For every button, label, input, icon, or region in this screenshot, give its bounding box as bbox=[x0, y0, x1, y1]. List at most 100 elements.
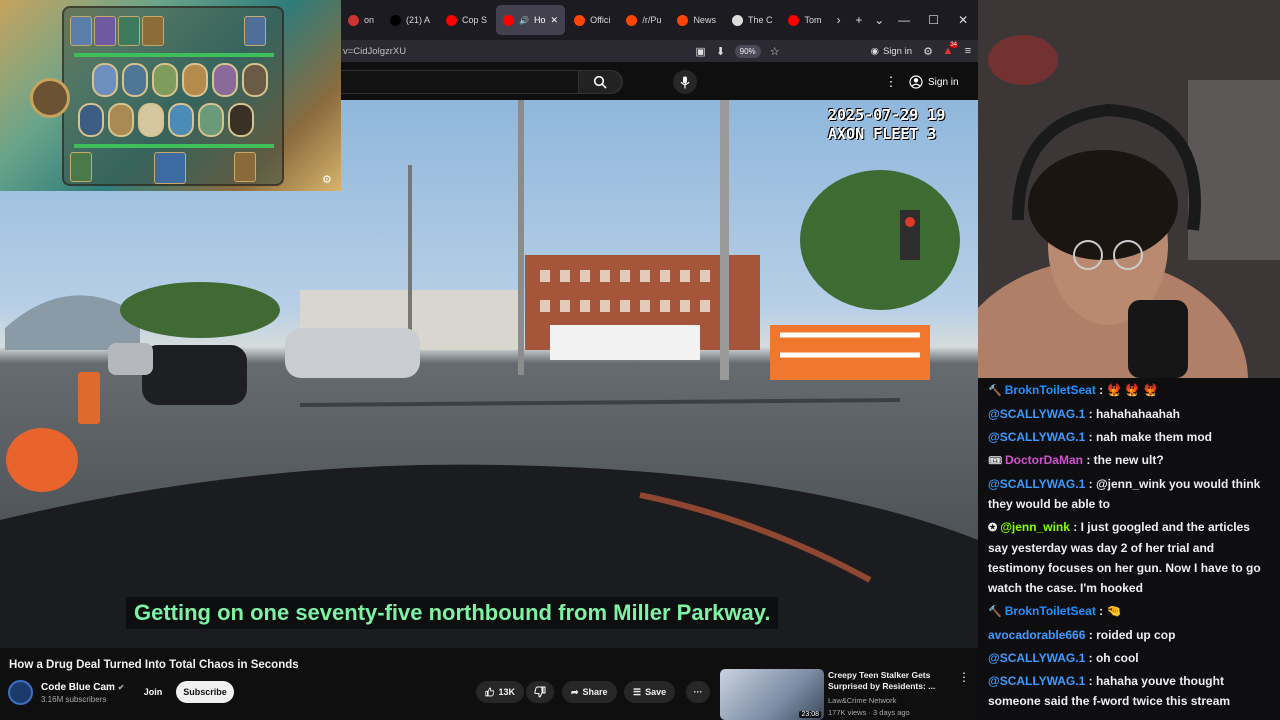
browser-tab[interactable]: /r/Pu bbox=[619, 5, 668, 35]
game-board bbox=[62, 6, 284, 186]
dashcam-timestamp: 2025-07-29 19 AXON FLEET 3 bbox=[828, 106, 946, 143]
browser-tab[interactable]: (21) A bbox=[383, 5, 437, 35]
browser-tab[interactable]: Offici bbox=[567, 5, 617, 35]
game-overlay: ⚙ bbox=[0, 0, 341, 191]
stadium bbox=[5, 295, 140, 350]
subscriber-count: 3.16M subscribers bbox=[41, 695, 107, 704]
tab-label: News bbox=[693, 15, 716, 25]
chat-username[interactable]: @SCALLYWAG.1 bbox=[988, 477, 1085, 491]
chat-message: 🎟 DoctorDaMan : the new ult? bbox=[988, 450, 1272, 471]
traffic-barrel bbox=[6, 428, 78, 492]
browser-tab[interactable]: News bbox=[670, 5, 723, 35]
extensions-icon[interactable]: ⚙ bbox=[918, 41, 938, 61]
chat-username[interactable]: BroknToiletSeat bbox=[1005, 604, 1096, 618]
tab-label: Tom bbox=[804, 15, 822, 25]
chat-text: the new ult? bbox=[1093, 453, 1164, 467]
chat-message: @SCALLYWAG.1 : hahaha youve thought some… bbox=[988, 674, 1231, 708]
zoom-level-badge[interactable]: 90% bbox=[734, 44, 761, 58]
recommended-menu-icon[interactable]: ⋮ bbox=[958, 670, 970, 684]
chat-username[interactable]: @SCALLYWAG.1 bbox=[988, 651, 1085, 665]
chat-badge-icon: 🎟 bbox=[988, 455, 1002, 467]
trees-left bbox=[120, 282, 280, 338]
white-barricades bbox=[550, 325, 700, 360]
share-button[interactable]: ➦ Share bbox=[562, 681, 617, 703]
video-title: How a Drug Deal Turned Into Total Chaos … bbox=[9, 659, 299, 671]
recommended-channel-name[interactable]: Law&Crime Network bbox=[828, 696, 896, 705]
turn-timer-icon bbox=[30, 78, 70, 118]
search-icon bbox=[593, 75, 607, 89]
youtube-header: ⋮ Sign in bbox=[341, 62, 978, 100]
chat-text: roided up cop bbox=[1096, 628, 1176, 642]
tab-label: (21) A bbox=[406, 15, 431, 25]
channel-name[interactable]: Code Blue Cam ✔ bbox=[41, 682, 124, 693]
chat-username[interactable]: BroknToiletSeat bbox=[1005, 383, 1096, 397]
webcam-feed bbox=[978, 0, 1280, 378]
stream-chat: 🔨 BroknToiletSeat : 🐦‍🔥 🐦‍🔥 🐦‍🔥 @SCALLYWAG… bbox=[978, 378, 1280, 720]
minimize-window-button[interactable]: — bbox=[889, 0, 919, 40]
chat-message: 🔨 BroknToiletSeat : 🤏 bbox=[988, 601, 1272, 622]
browser-tab-strip: on (21) A Cop S 🔊 Ho ✕ Offici/r/Pu News The C Tom… bbox=[341, 0, 978, 40]
subscribe-button[interactable]: Subscribe bbox=[176, 681, 234, 703]
join-button[interactable]: Join bbox=[137, 681, 169, 703]
chat-badge-icon: 🔨 bbox=[988, 385, 1002, 397]
chat-message: ✪ @jenn_wink : I just googled and the art… bbox=[988, 520, 1261, 595]
user-icon bbox=[909, 75, 923, 89]
browser-tab[interactable]: The C bbox=[725, 5, 780, 35]
chat-message: 🔨 BroknToiletSeat : 🐦‍🔥 🐦‍🔥 🐦‍🔥 bbox=[988, 380, 1272, 401]
chat-username[interactable]: @SCALLYWAG.1 bbox=[988, 674, 1085, 688]
tab-favicon-icon bbox=[788, 14, 800, 26]
save-playlist-icon: ☰ bbox=[633, 686, 642, 697]
settings-menu-icon[interactable]: ⋮ bbox=[881, 72, 901, 92]
opponent-health-bar bbox=[74, 53, 274, 57]
chat-username[interactable]: @SCALLYWAG.1 bbox=[988, 430, 1085, 444]
more-actions-button[interactable]: ··· bbox=[686, 681, 710, 703]
chat-message: @SCALLYWAG.1 : oh cool bbox=[988, 651, 1139, 665]
search-input[interactable] bbox=[341, 70, 623, 94]
browser-tab[interactable]: 🔊 Ho ✕ bbox=[496, 5, 566, 35]
account-icon: ◉ bbox=[870, 45, 879, 57]
chat-username[interactable]: @SCALLYWAG.1 bbox=[988, 407, 1085, 421]
reader-view-icon[interactable]: ▣ bbox=[691, 41, 711, 61]
search-button[interactable] bbox=[578, 70, 622, 94]
bookmark-star-icon[interactable]: ☆ bbox=[765, 41, 785, 61]
recommended-video-title[interactable]: Creepy Teen Stalker Gets Surprised by Re… bbox=[828, 670, 956, 692]
tab-favicon-icon bbox=[626, 14, 638, 26]
browser-tab[interactable]: Cop S bbox=[439, 5, 494, 35]
tab-scroll-right-icon[interactable]: › bbox=[828, 9, 848, 31]
chat-username[interactable]: @jenn_wink bbox=[1000, 520, 1070, 534]
url-bar[interactable]: v=CidJolgzrXU bbox=[343, 46, 691, 57]
pocket-icon[interactable]: ⬇ bbox=[711, 41, 731, 61]
chat-username[interactable]: DoctorDaMan bbox=[1005, 453, 1083, 467]
browser-tab[interactable]: Tom bbox=[781, 5, 828, 35]
chat-text: hahahahaahah bbox=[1095, 407, 1180, 421]
like-count: 13K bbox=[498, 687, 515, 697]
like-button[interactable]: 13K bbox=[476, 681, 524, 703]
dislike-button[interactable] bbox=[526, 681, 554, 703]
maximize-window-button[interactable]: ☐ bbox=[919, 0, 949, 40]
youtube-sign-in-button[interactable]: Sign in bbox=[909, 72, 959, 92]
close-tab-icon[interactable]: ✕ bbox=[551, 15, 559, 26]
trees-right bbox=[800, 170, 960, 310]
save-button[interactable]: ☰ Save bbox=[624, 681, 676, 703]
new-tab-button[interactable]: + bbox=[849, 9, 869, 31]
close-window-button[interactable]: ✕ bbox=[948, 0, 978, 40]
app-menu-icon[interactable]: ≡ bbox=[958, 41, 978, 61]
silver-minivan bbox=[285, 328, 420, 378]
browser-tab[interactable]: on bbox=[341, 5, 381, 35]
video-duration: 23:08 bbox=[799, 711, 821, 718]
tab-list-dropdown-icon[interactable]: ⌄ bbox=[869, 9, 889, 31]
traffic-cone bbox=[78, 372, 100, 424]
more-icon: ··· bbox=[693, 687, 703, 697]
tab-favicon-icon bbox=[446, 14, 458, 26]
chat-text: 🐦‍🔥 🐦‍🔥 🐦‍🔥 bbox=[1106, 383, 1159, 397]
chat-username[interactable]: avocadorable666 bbox=[988, 628, 1085, 642]
extension-badge-icon[interactable]: ▲ 34 bbox=[938, 41, 958, 61]
video-caption: Getting on one seventy-five northbound f… bbox=[126, 597, 779, 629]
chat-message: @SCALLYWAG.1 : @jenn_wink you would thin… bbox=[988, 477, 1261, 511]
browser-sign-in-button[interactable]: ◉ Sign in bbox=[871, 46, 912, 57]
voice-search-button[interactable] bbox=[673, 70, 697, 94]
tab-label: on bbox=[364, 15, 375, 25]
recommended-video-thumbnail[interactable]: 23:08 bbox=[720, 669, 824, 720]
channel-avatar[interactable] bbox=[8, 680, 33, 705]
audio-playing-icon[interactable]: 🔊 bbox=[519, 16, 529, 25]
